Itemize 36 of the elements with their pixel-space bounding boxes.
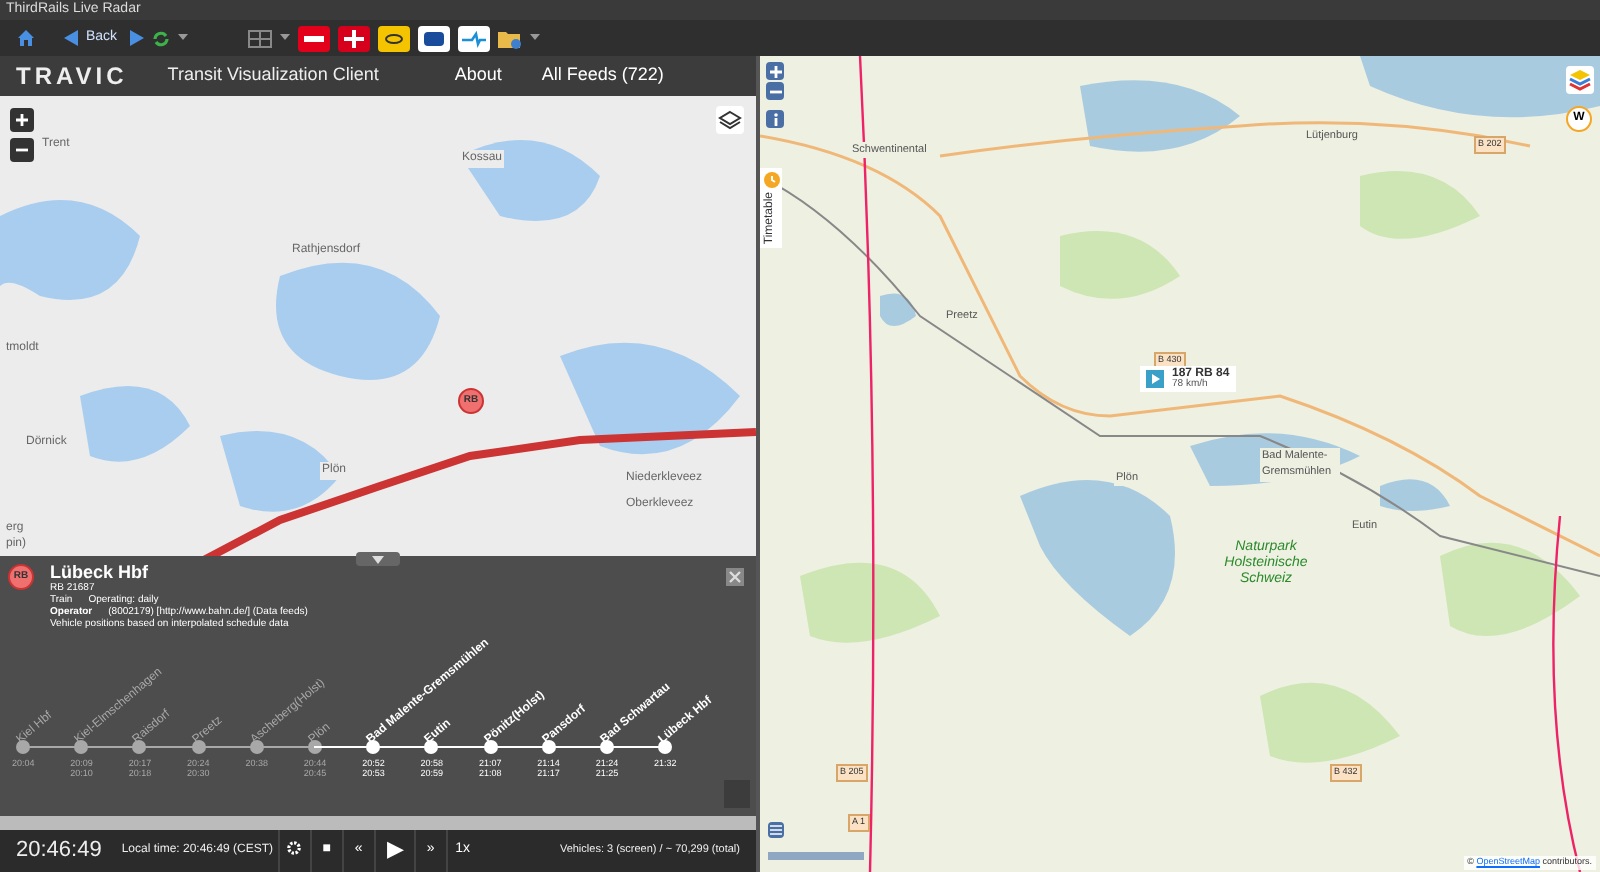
info-button[interactable] bbox=[766, 110, 784, 128]
rail-logo-icon[interactable] bbox=[337, 25, 370, 51]
caret-icon[interactable] bbox=[177, 34, 188, 42]
clock-text: 20:46:49 bbox=[14, 836, 104, 867]
caret-icon[interactable] bbox=[529, 34, 540, 42]
rail-logo-icon[interactable] bbox=[417, 25, 450, 51]
close-icon bbox=[728, 570, 742, 584]
rail-logo-icon[interactable] bbox=[377, 25, 410, 51]
close-button[interactable] bbox=[726, 568, 744, 586]
refresh-icon[interactable] bbox=[151, 29, 170, 47]
app-subtitle: Transit Visualization Client bbox=[167, 62, 379, 89]
nav-link[interactable]: About bbox=[454, 62, 502, 90]
rail-logo-icon[interactable] bbox=[457, 25, 490, 51]
brand-logo: TRAVIC bbox=[16, 60, 128, 94]
zoom-out-button[interactable] bbox=[10, 138, 34, 162]
collapse-tab[interactable] bbox=[356, 552, 400, 566]
rail-logo-icon[interactable] bbox=[297, 25, 330, 51]
menu-button[interactable] bbox=[768, 822, 784, 838]
gear-icon bbox=[286, 840, 303, 857]
zoom-in-button[interactable] bbox=[10, 108, 34, 132]
folder-icon[interactable] bbox=[497, 27, 522, 49]
destination-title: Lübeck Hbf bbox=[50, 564, 151, 582]
scrollbar[interactable] bbox=[0, 816, 756, 830]
caret-icon[interactable] bbox=[279, 34, 290, 42]
home-icon[interactable] bbox=[16, 28, 36, 48]
layers-icon[interactable] bbox=[716, 106, 744, 134]
menu-icon bbox=[770, 824, 782, 836]
play-icon bbox=[1146, 370, 1164, 388]
forward-icon[interactable] bbox=[129, 30, 144, 46]
layout-icon[interactable] bbox=[247, 29, 272, 47]
back-arrow-icon bbox=[64, 30, 78, 46]
clock-icon bbox=[763, 172, 779, 188]
scale-bar bbox=[768, 852, 864, 860]
plus-icon bbox=[767, 63, 783, 79]
plus-icon bbox=[14, 112, 30, 128]
nav-link[interactable]: All Feeds (722) bbox=[541, 62, 664, 90]
